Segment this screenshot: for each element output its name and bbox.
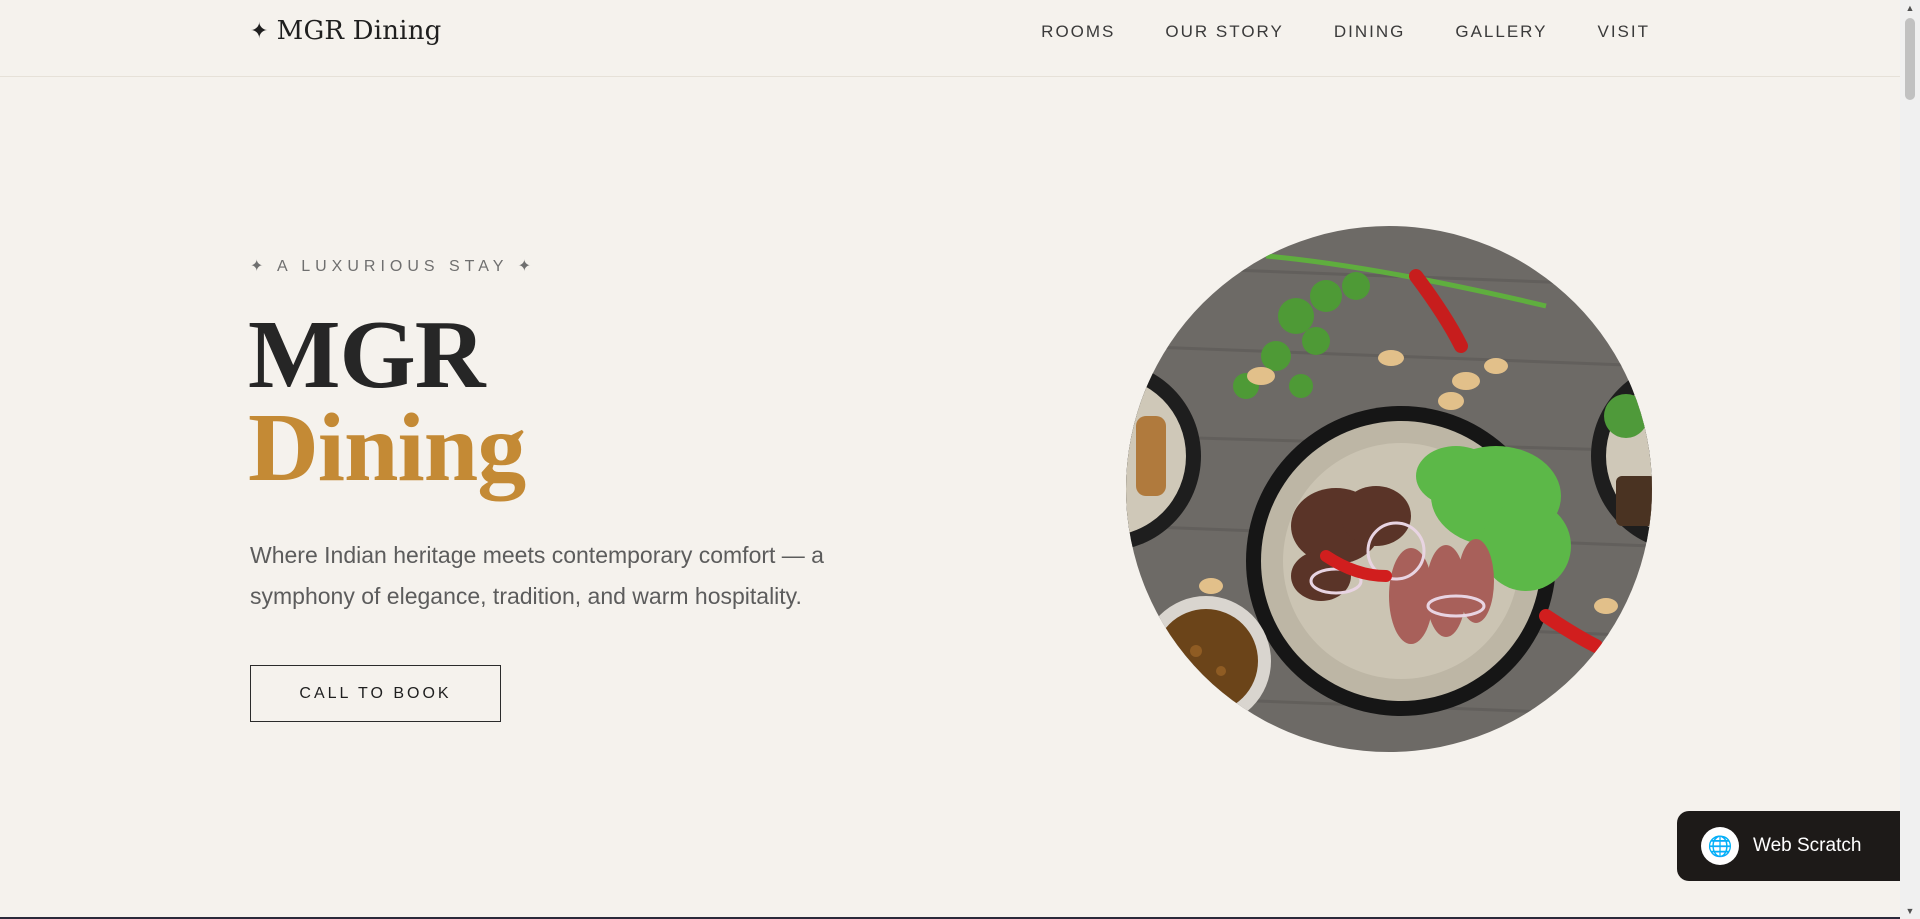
hero-food-image xyxy=(1126,226,1652,752)
sparkle-icon: ✦ xyxy=(250,18,269,44)
page: ✦ MGR Dining ROOMS OUR STORY DINING GALL… xyxy=(0,0,1900,919)
nav-visit[interactable]: VISIT xyxy=(1597,22,1650,42)
badge-label: Web Scratch xyxy=(1753,835,1862,856)
hero-title-line1: MGR xyxy=(248,301,485,409)
main-nav: ROOMS OUR STORY DINING GALLERY VISIT xyxy=(1041,22,1650,42)
site-header: ✦ MGR Dining ROOMS OUR STORY DINING GALL… xyxy=(0,0,1900,77)
hero-eyebrow: ✦ A LUXURIOUS STAY ✦ xyxy=(250,258,536,275)
nav-rooms[interactable]: ROOMS xyxy=(1041,22,1115,42)
site-logo[interactable]: ✦ MGR Dining xyxy=(250,16,441,46)
scroll-up-arrow-icon[interactable]: ▲ xyxy=(1900,0,1920,16)
web-scratch-badge[interactable]: 🌐 Web Scratch xyxy=(1677,811,1900,881)
nav-our-story[interactable]: OUR STORY xyxy=(1165,22,1283,42)
vertical-scrollbar[interactable]: ▲ ▼ xyxy=(1900,0,1920,919)
globe-icon: 🌐 xyxy=(1701,827,1739,865)
call-to-book-button[interactable]: CALL TO BOOK xyxy=(250,665,501,722)
hero-title-line2: Dining xyxy=(248,394,526,502)
scroll-thumb[interactable] xyxy=(1905,18,1915,100)
nav-dining[interactable]: DINING xyxy=(1334,22,1406,42)
hero-description: Where Indian heritage meets contemporary… xyxy=(250,542,824,609)
logo-text: MGR Dining xyxy=(276,16,442,46)
scroll-down-arrow-icon[interactable]: ▼ xyxy=(1900,903,1920,919)
nav-gallery[interactable]: GALLERY xyxy=(1455,22,1547,42)
